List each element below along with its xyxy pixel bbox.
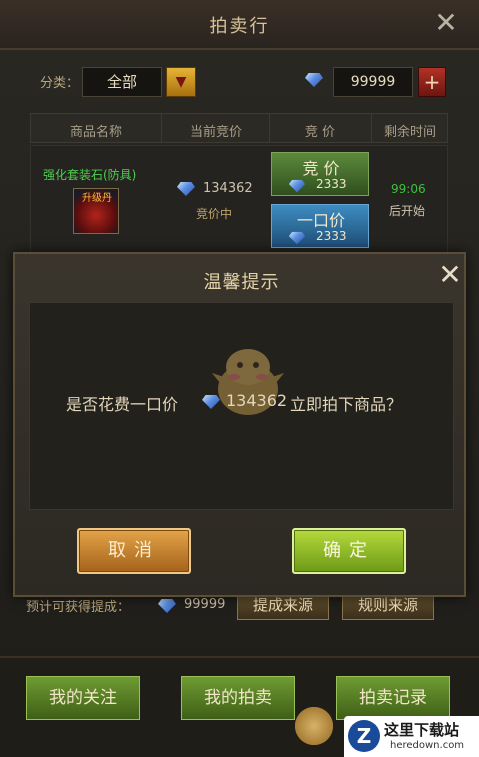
confirm-button[interactable]: 确定 (292, 528, 406, 574)
dialog-message-amount: 134362 (226, 391, 288, 410)
confirm-dialog: 温馨提示 ✕ 是否花费一口价 134362 立即拍下商品？ 取消 确定 (13, 252, 466, 597)
close-icon[interactable]: ✕ (435, 260, 465, 290)
dialog-message-prefix: 是否花费一口价 (66, 395, 179, 414)
dialog-title: 温馨提示 (203, 272, 280, 293)
cancel-button[interactable]: 取消 (77, 528, 191, 574)
dialog-message-suffix: 立即拍下商品？ (290, 395, 403, 414)
dialog-body: 是否花费一口价 134362 立即拍下商品？ (29, 302, 454, 510)
